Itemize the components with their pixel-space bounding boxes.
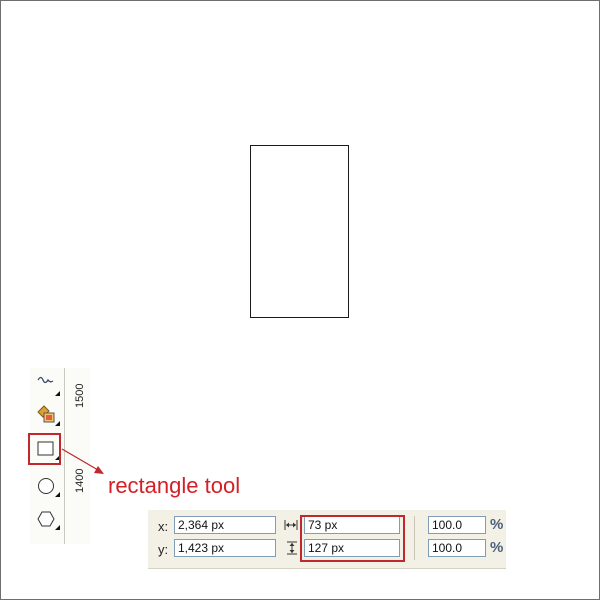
- horizontal-resize-icon: [284, 520, 298, 530]
- object-size-highlight: [300, 515, 405, 562]
- vertical-resize-icon: [287, 541, 297, 555]
- toolbar-separator: [414, 516, 415, 560]
- y-label: y:: [158, 542, 169, 557]
- x-label: x:: [158, 519, 169, 534]
- scale-y-percent: %: [490, 539, 504, 556]
- scale-x-percent: %: [490, 516, 504, 533]
- scale-x-input[interactable]: 100.0: [428, 516, 486, 534]
- y-position-input[interactable]: 1,423 px: [174, 539, 276, 557]
- x-position-input[interactable]: 2,364 px: [174, 516, 276, 534]
- scale-y-input[interactable]: 100.0: [428, 539, 486, 557]
- callout-label: rectangle tool: [108, 473, 241, 498]
